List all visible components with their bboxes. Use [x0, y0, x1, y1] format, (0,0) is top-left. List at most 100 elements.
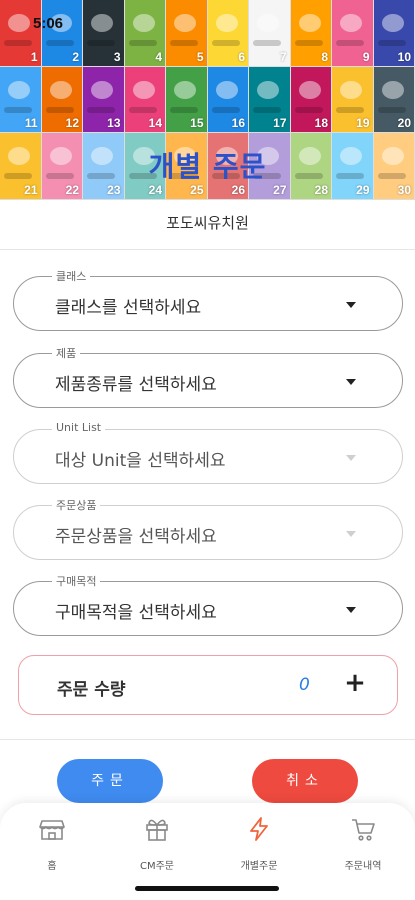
- cancel-button[interactable]: 취소: [252, 759, 358, 803]
- cover-illustration: [298, 80, 321, 99]
- chevron-down-icon: [346, 455, 356, 461]
- cover-title-bar: [253, 40, 281, 46]
- book-cover: 13: [83, 66, 124, 133]
- cover-number: 4: [155, 49, 162, 64]
- cover-illustration: [91, 14, 113, 32]
- cover-title-bar: [377, 106, 406, 113]
- cover-title-bar: [294, 40, 323, 46]
- gift-icon: [146, 819, 168, 841]
- status-time: 5:06: [33, 15, 64, 32]
- tab-individual-order[interactable]: 개별주문: [219, 815, 299, 872]
- cover-number: 11: [24, 116, 38, 131]
- home-indicator: [135, 886, 279, 891]
- book-cover: 20: [373, 66, 414, 133]
- cover-title-bar: [211, 40, 240, 46]
- chevron-down-icon: [346, 302, 356, 308]
- divider: [0, 249, 415, 250]
- cover-number: 18: [314, 116, 328, 131]
- book-cover: 10: [373, 0, 414, 66]
- cover-number: 2: [72, 49, 79, 64]
- store-icon: [39, 820, 65, 840]
- cover-number: 29: [356, 182, 370, 197]
- cover-title-bar: [87, 106, 115, 113]
- cover-illustration: [174, 14, 196, 32]
- unit-list-select-value: 대상 Unit을 선택하세요: [55, 451, 226, 471]
- cover-number: 19: [356, 116, 370, 131]
- order-item-select[interactable]: 주문상품 주문상품을 선택하세요: [13, 497, 403, 560]
- book-cover: 15: [166, 66, 207, 133]
- cover-illustration: [132, 14, 155, 32]
- quantity-value: 0: [299, 675, 310, 695]
- cover-illustration: [257, 14, 279, 32]
- cover-title-bar: [336, 40, 364, 46]
- book-cover: 17: [249, 66, 290, 133]
- class-select-label: 클래스: [52, 268, 91, 284]
- purpose-select[interactable]: 구매목적 구매목적을 선택하세요: [13, 573, 403, 636]
- cover-number: 30: [397, 182, 411, 197]
- cover-title-bar: [377, 40, 406, 46]
- cover-illustration: [8, 80, 30, 99]
- cover-title-bar: [45, 40, 74, 46]
- page-title: 개별 주문: [148, 150, 267, 183]
- tab-home[interactable]: 홈: [12, 815, 92, 872]
- cover-illustration: [49, 80, 72, 99]
- cover-number: 5: [196, 49, 204, 64]
- cover-illustration: [340, 14, 362, 32]
- chevron-down-icon: [346, 531, 356, 537]
- book-cover: 11: [0, 66, 41, 133]
- cover-illustration: [8, 14, 30, 32]
- order-item-select-label: 주문상품: [52, 497, 101, 513]
- class-select-value: 클래스를 선택하세요: [55, 298, 202, 318]
- cover-number: 24: [148, 182, 162, 197]
- order-button[interactable]: 주문: [57, 759, 163, 803]
- book-cover: 12: [41, 66, 82, 133]
- cover-title-bar: [128, 106, 157, 113]
- chevron-down-icon: [346, 607, 356, 613]
- product-select[interactable]: 제품 제품종류를 선택하세요: [13, 345, 403, 408]
- cover-title-bar: [294, 106, 323, 113]
- book-cover: 14: [124, 66, 165, 133]
- order-item-select-value: 주문상품을 선택하세요: [55, 527, 217, 547]
- unit-list-select[interactable]: Unit List 대상 Unit을 선택하세요: [13, 421, 403, 484]
- cover-number: 25: [190, 182, 204, 197]
- cover-number: 15: [190, 116, 204, 131]
- product-select-value: 제품종류를 선택하세요: [55, 375, 217, 395]
- cover-illustration: [174, 80, 196, 99]
- org-name: 포도씨유치원: [166, 214, 249, 232]
- cover-number: 7: [279, 49, 287, 64]
- screen: 1 2 3 4 5 6 7 8 9 10 11 12 13 14 15 16 17 18 19 20 21 22 23 24 2…: [0, 0, 415, 900]
- class-select[interactable]: 클래스 클래스를 선택하세요: [13, 268, 403, 331]
- plus-button[interactable]: +: [339, 668, 371, 700]
- cover-illustration: [381, 80, 404, 99]
- cover-illustration: [215, 14, 238, 32]
- cover-number: 17: [273, 116, 287, 131]
- cover-number: 6: [238, 49, 245, 64]
- cover-illustration: [340, 80, 362, 99]
- header-banner: 1 2 3 4 5 6 7 8 9 10 11 12 13 14 15 16 17 18 19 20 21 22 23 24 2…: [0, 0, 415, 200]
- cover-illustration: [91, 80, 113, 99]
- tab-home-label: 홈: [47, 861, 57, 872]
- cover-number: 1: [30, 49, 38, 64]
- tab-order-history-label: 주문내역: [344, 861, 382, 872]
- tab-order-history[interactable]: 주문내역: [323, 815, 403, 872]
- book-cover: 4: [124, 0, 165, 66]
- cover-title-bar: [336, 106, 364, 113]
- cover-number: 3: [113, 49, 121, 64]
- book-cover: 8: [290, 0, 331, 66]
- cover-number: 14: [148, 116, 162, 131]
- unit-list-select-label: Unit List: [52, 421, 106, 434]
- book-cover: 19: [332, 66, 373, 133]
- book-cover: 7: [249, 0, 290, 66]
- book-cover: 3: [83, 0, 124, 66]
- divider: [0, 739, 415, 740]
- cover-title-bar: [87, 40, 115, 46]
- cover-number: 27: [273, 182, 287, 197]
- cover-title-bar: [170, 106, 198, 113]
- quantity-label: 주문 수량: [57, 680, 126, 700]
- cover-number: 16: [231, 116, 245, 131]
- tab-cm-order[interactable]: CM주문: [117, 815, 197, 872]
- book-cover: 1: [0, 0, 41, 66]
- cover-illustration: [257, 80, 279, 99]
- cover-number: 9: [362, 49, 370, 64]
- cover-number: 21: [24, 182, 38, 197]
